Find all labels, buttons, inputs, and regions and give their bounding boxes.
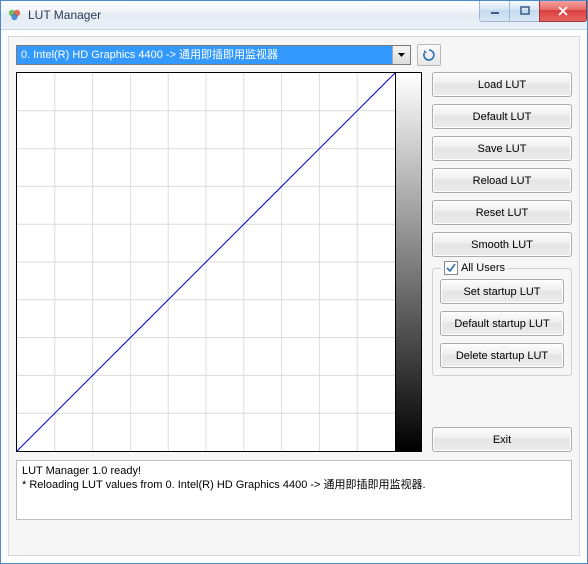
main-area: Load LUT Default LUT Save LUT Reload LUT… xyxy=(16,72,572,452)
titlebar[interactable]: LUT Manager xyxy=(1,1,587,30)
smooth-lut-button[interactable]: Smooth LUT xyxy=(432,232,572,257)
app-icon xyxy=(7,7,23,23)
delete-startup-lut-button[interactable]: Delete startup LUT xyxy=(440,343,564,368)
client-area: 0. Intel(R) HD Graphics 4400 -> 通用即插即用监视… xyxy=(8,36,580,556)
dropdown-arrow-icon[interactable] xyxy=(392,46,410,64)
minimize-button[interactable] xyxy=(479,1,510,22)
log-line: LUT Manager 1.0 ready! xyxy=(22,464,566,478)
save-lut-button[interactable]: Save LUT xyxy=(432,136,572,161)
set-startup-lut-button[interactable]: Set startup LUT xyxy=(440,279,564,304)
refresh-button[interactable] xyxy=(417,44,441,66)
maximize-button[interactable] xyxy=(509,1,540,22)
window-controls xyxy=(480,1,587,22)
app-window: LUT Manager 0. Intel(R) HD Graphics 4400… xyxy=(0,0,588,564)
all-users-label: All Users xyxy=(461,262,505,274)
device-dropdown[interactable]: 0. Intel(R) HD Graphics 4400 -> 通用即插即用监视… xyxy=(16,45,411,65)
lut-chart xyxy=(16,72,396,452)
log-panel[interactable]: LUT Manager 1.0 ready! * Reloading LUT v… xyxy=(16,460,572,520)
reset-lut-button[interactable]: Reset LUT xyxy=(432,200,572,225)
close-button[interactable] xyxy=(539,1,587,22)
top-row: 0. Intel(R) HD Graphics 4400 -> 通用即插即用监视… xyxy=(16,44,572,66)
all-users-checkbox[interactable] xyxy=(444,261,458,275)
log-line: * Reloading LUT values from 0. Intel(R) … xyxy=(22,478,566,492)
chart-wrap xyxy=(16,72,422,452)
exit-button[interactable]: Exit xyxy=(432,427,572,452)
sidebar: Load LUT Default LUT Save LUT Reload LUT… xyxy=(432,72,572,452)
window-title: LUT Manager xyxy=(28,8,101,22)
device-selected: 0. Intel(R) HD Graphics 4400 -> 通用即插即用监视… xyxy=(17,46,392,64)
reload-lut-button[interactable]: Reload LUT xyxy=(432,168,572,193)
all-users-legend[interactable]: All Users xyxy=(441,261,508,275)
default-lut-button[interactable]: Default LUT xyxy=(432,104,572,129)
gradient-bar xyxy=(396,72,422,452)
default-startup-lut-button[interactable]: Default startup LUT xyxy=(440,311,564,336)
load-lut-button[interactable]: Load LUT xyxy=(432,72,572,97)
all-users-group: All Users Set startup LUT Default startu… xyxy=(432,268,572,376)
